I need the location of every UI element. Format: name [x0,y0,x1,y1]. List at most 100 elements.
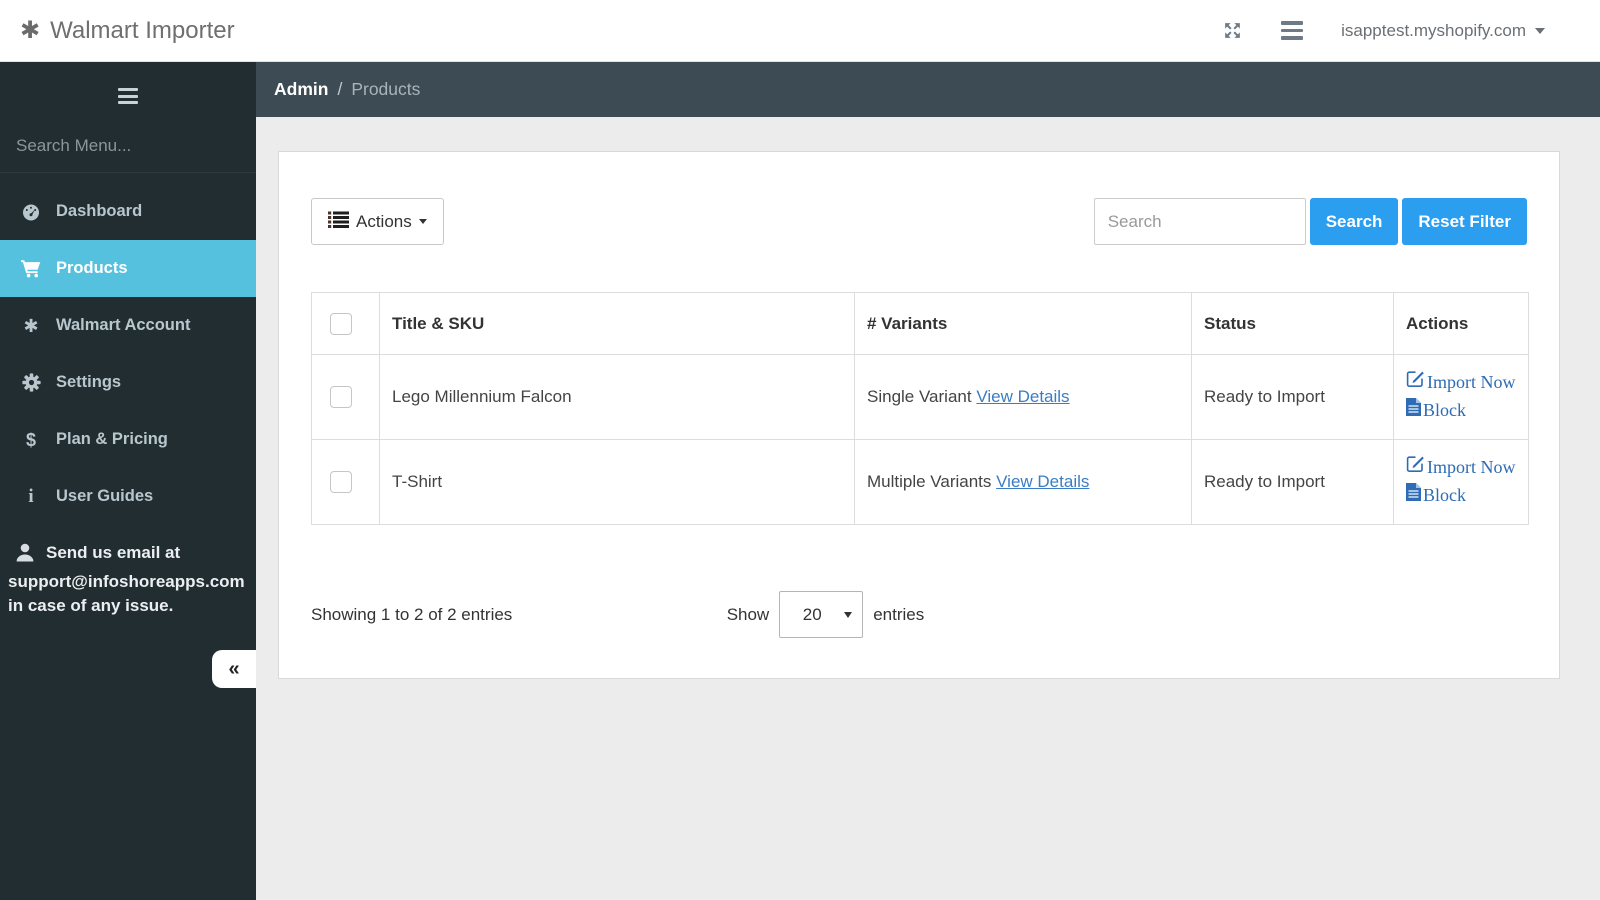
import-now-label: Import Now [1427,369,1516,397]
variants-text: Single Variant [867,387,972,406]
sidebar-item-label: Dashboard [56,202,142,221]
column-header-title-sku: Title & SKU [380,293,855,355]
block-label: Block [1423,482,1466,510]
chevron-down-icon [1535,28,1545,34]
variants-text: Multiple Variants [867,472,991,491]
breadcrumb-admin[interactable]: Admin [274,79,328,100]
row-checkbox-cell [312,355,380,440]
sidebar: Dashboard Products ✱ Walmart Account [0,62,256,900]
sidebar-menu-toggle[interactable] [0,62,256,122]
main-area: Admin / Products [256,62,1600,900]
breadcrumb: Admin / Products [256,62,1600,117]
import-now-label: Import Now [1427,454,1516,482]
search-button[interactable]: Search [1310,198,1399,245]
sidebar-search-input[interactable] [16,136,240,156]
column-header-actions: Actions [1394,293,1529,355]
caret-down-icon [419,219,427,224]
reset-filter-button[interactable]: Reset Filter [1402,198,1527,245]
row-status-cell: Ready to Import [1192,440,1394,525]
entries-label: entries [873,605,924,625]
fullscreen-icon[interactable] [1222,20,1243,41]
menu-toggle-icon[interactable] [1281,21,1303,40]
import-now-link[interactable]: Import Now [1406,454,1516,482]
row-checkbox-cell [312,440,380,525]
sidebar-collapse-button[interactable]: « [212,650,256,688]
edit-icon [1406,454,1425,482]
breadcrumb-page: Products [351,79,420,100]
column-header-status: Status [1192,293,1394,355]
products-table: Title & SKU # Variants Status Actions Le… [311,292,1529,525]
sidebar-item-label: Plan & Pricing [56,430,168,449]
row-actions-cell: Import Now [1394,355,1529,440]
table-header-row: Title & SKU # Variants Status Actions [312,293,1529,355]
row-checkbox[interactable] [330,386,352,408]
app-root: ✱ Walmart Importer isapptest.myshopify.c… [0,0,1600,900]
import-now-link[interactable]: Import Now [1406,369,1516,397]
gear-icon [18,373,44,392]
list-icon [328,211,349,233]
shop-domain-label: isapptest.myshopify.com [1341,21,1526,41]
walmart-spark-icon: ✱ [18,317,44,335]
row-checkbox[interactable] [330,471,352,493]
cart-icon [18,259,44,278]
sidebar-item-label: Settings [56,373,121,392]
actions-dropdown-button[interactable]: Actions [311,198,444,245]
select-arrow-icon [844,612,852,618]
block-link[interactable]: Block [1406,397,1516,425]
show-label: Show [727,605,770,625]
view-details-link[interactable]: View Details [976,387,1069,406]
table-row: T-Shirt Multiple Variants View Details R… [312,440,1529,525]
table-row: Lego Millennium Falcon Single Variant Vi… [312,355,1529,440]
row-actions-cell: Import Now [1394,440,1529,525]
select-all-checkbox[interactable] [330,313,352,335]
row-variants-cell: Multiple Variants View Details [855,440,1192,525]
breadcrumb-separator: / [337,79,342,100]
shop-domain-dropdown[interactable]: isapptest.myshopify.com [1341,21,1545,41]
sidebar-item-plan-pricing[interactable]: $ Plan & Pricing [0,411,256,468]
sidebar-item-walmart-account[interactable]: ✱ Walmart Account [0,297,256,354]
page-size-group: Show 20 entries [727,591,925,638]
row-variants-cell: Single Variant View Details [855,355,1192,440]
table-footer: Showing 1 to 2 of 2 entries Show 20 entr… [311,591,1527,638]
walmart-spark-icon: ✱ [20,19,40,43]
app-logo[interactable]: ✱ Walmart Importer [0,17,235,45]
showing-entries-text: Showing 1 to 2 of 2 entries [311,605,727,625]
view-details-link[interactable]: View Details [996,472,1089,491]
top-header: ✱ Walmart Importer isapptest.myshopify.c… [0,0,1600,62]
sidebar-item-user-guides[interactable]: i User Guides [0,468,256,525]
column-header-variants: # Variants [855,293,1192,355]
sidebar-item-label: User Guides [56,487,153,506]
actions-label: Actions [356,212,412,232]
select-all-cell [312,293,380,355]
block-link[interactable]: Block [1406,482,1516,510]
search-input[interactable] [1094,198,1306,245]
app-title: Walmart Importer [50,17,234,45]
sidebar-item-dashboard[interactable]: Dashboard [0,183,256,240]
dollar-icon: $ [18,431,44,449]
content-area: Actions Search Reset Filter [256,117,1600,900]
person-icon [14,542,36,570]
toolbar: Actions Search Reset Filter [311,198,1527,245]
topbar-right: isapptest.myshopify.com [1222,20,1600,41]
file-icon [1406,397,1421,425]
support-note-text: Send us email at support@infoshoreapps.c… [8,543,245,615]
edit-icon [1406,369,1425,397]
sidebar-item-products[interactable]: Products [0,240,256,297]
sidebar-item-label: Walmart Account [56,316,190,335]
sidebar-search-wrap [0,122,256,173]
sidebar-item-settings[interactable]: Settings [0,354,256,411]
products-card: Actions Search Reset Filter [278,151,1560,679]
sidebar-item-label: Products [56,259,128,278]
page-size-select[interactable]: 20 [779,591,863,638]
block-label: Block [1423,397,1466,425]
page-size-value: 20 [780,605,844,625]
info-icon: i [18,486,44,508]
sidebar-nav: Dashboard Products ✱ Walmart Account [0,183,256,525]
hamburger-icon [118,88,138,104]
row-status-cell: Ready to Import [1192,355,1394,440]
support-note: Send us email at support@infoshoreapps.c… [0,541,256,619]
dashboard-gauge-icon [18,202,44,222]
row-title-cell: Lego Millennium Falcon [380,355,855,440]
file-icon [1406,482,1421,510]
row-title-cell: T-Shirt [380,440,855,525]
